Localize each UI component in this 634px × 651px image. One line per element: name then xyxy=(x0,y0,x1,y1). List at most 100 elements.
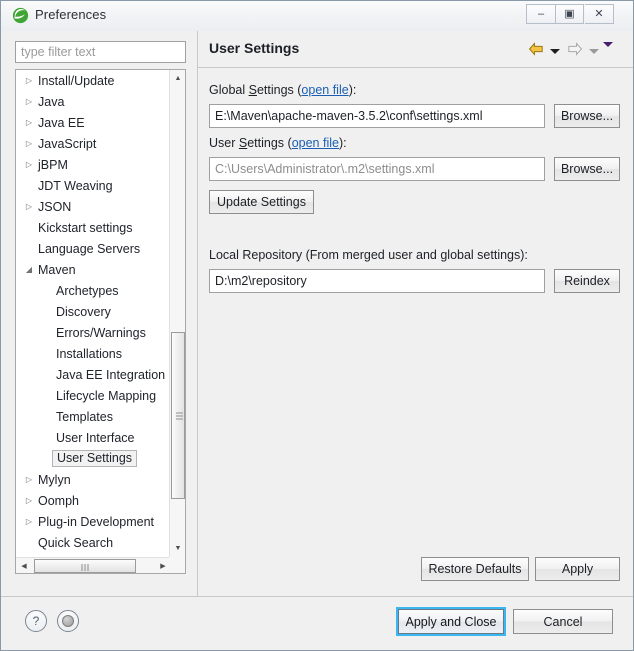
title-bar: Preferences – ▣ ✕ xyxy=(1,1,633,31)
tree-item-java-ee-integration[interactable]: Java EE Integration xyxy=(16,364,171,385)
tree-item-plug-in-development[interactable]: ▷ Plug-in Development xyxy=(16,511,171,532)
tree-item-archetypes[interactable]: Archetypes xyxy=(16,280,171,301)
scroll-grip-icon xyxy=(81,564,89,571)
scroll-down-icon[interactable]: ▼ xyxy=(170,540,185,557)
window-title: Preferences xyxy=(35,7,107,22)
chevron-right-icon[interactable]: ▷ xyxy=(22,139,36,148)
chevron-right-icon[interactable]: ▷ xyxy=(22,97,36,106)
settings-pane: User Settings Global Settings (open file… xyxy=(197,31,633,596)
local-repository-input[interactable]: D:\m2\repository xyxy=(209,269,545,293)
tree-item-label: Plug-in Development xyxy=(38,514,155,529)
user-settings-browse-button[interactable]: Browse... xyxy=(554,157,620,181)
chevron-right-icon[interactable]: ▷ xyxy=(22,202,36,211)
tree-item-json[interactable]: ▷ JSON xyxy=(16,196,171,217)
close-button[interactable]: ✕ xyxy=(585,4,614,24)
tree-item-user-interface[interactable]: User Interface xyxy=(16,427,171,448)
chevron-right-icon[interactable]: ▷ xyxy=(22,517,36,526)
user-settings-open-file-link[interactable]: open file xyxy=(292,136,339,150)
tree-item-language-servers[interactable]: Language Servers xyxy=(16,238,171,259)
label-prefix: Global xyxy=(209,83,249,97)
filter-input[interactable]: type filter text xyxy=(15,41,186,63)
tree-item-label: JavaScript xyxy=(38,136,97,151)
reset-circle-icon[interactable] xyxy=(57,610,79,632)
tree-vertical-scrollbar[interactable]: ▲ ▼ xyxy=(169,70,185,557)
label-mnemonic: S xyxy=(238,136,248,150)
tree-item-label: Templates xyxy=(56,409,113,424)
tree-item-label: Errors/Warnings xyxy=(56,325,146,340)
tree-item-label: Archetypes xyxy=(56,283,119,298)
tree-item-java[interactable]: ▷ Java xyxy=(16,91,171,112)
tree-horizontal-scrollbar[interactable]: ◀ ▶ xyxy=(16,557,171,573)
help-icon[interactable]: ? xyxy=(25,610,47,632)
tree-item-javascript[interactable]: ▷ JavaScript xyxy=(16,133,171,154)
label-end: ): xyxy=(348,83,357,97)
tree-item-label: Install/Update xyxy=(38,73,115,88)
preferences-dialog: Preferences – ▣ ✕ type filter text ▷ Inst… xyxy=(0,0,634,651)
tree-item-mylyn[interactable]: ▷ Mylyn xyxy=(16,469,171,490)
apply-button[interactable]: Apply xyxy=(535,557,620,581)
preferences-tree[interactable]: ▷ Install/Update ▷ Java ▷ Java EE ▷ JavaScript ▷… xyxy=(15,69,186,574)
user-settings-label: User Settings (open file): xyxy=(209,136,347,150)
tree-item-errors-warnings[interactable]: Errors/Warnings xyxy=(16,322,171,343)
global-settings-input[interactable]: E:\Maven\apache-maven-3.5.2\conf\setting… xyxy=(209,104,545,128)
scroll-left-icon[interactable]: ◀ xyxy=(16,558,32,573)
horizontal-scroll-thumb[interactable] xyxy=(34,559,136,573)
chevron-down-icon[interactable]: ◢ xyxy=(22,265,36,274)
tree-item-jdt-weaving[interactable]: JDT Weaving xyxy=(16,175,171,196)
tree-item-label: User Settings xyxy=(52,450,138,467)
view-menu-button[interactable] xyxy=(603,42,613,47)
maximize-button[interactable]: ▣ xyxy=(555,4,584,24)
tree-item-java-ee[interactable]: ▷ Java EE xyxy=(16,112,171,133)
tree-item-discovery[interactable]: Discovery xyxy=(16,301,171,322)
update-settings-button[interactable]: Update Settings xyxy=(209,190,314,214)
back-dropdown-chevron-down-icon[interactable] xyxy=(550,49,560,54)
tree-item-templates[interactable]: Templates xyxy=(16,406,171,427)
chevron-right-icon[interactable]: ▷ xyxy=(22,496,36,505)
user-settings-input[interactable]: C:\Users\Administrator\.m2\settings.xml xyxy=(209,157,545,181)
chevron-right-icon[interactable]: ▷ xyxy=(22,160,36,169)
scrollbar-corner xyxy=(169,557,185,573)
tree-item-label: JDT Weaving xyxy=(38,178,113,193)
reset-dot-icon xyxy=(62,615,74,627)
help-glyph: ? xyxy=(32,614,40,628)
tree-item-label: Java xyxy=(38,94,65,109)
back-arrow-icon[interactable] xyxy=(528,42,544,61)
tree-item-label: Lifecycle Mapping xyxy=(56,388,157,403)
tree-item-quick-search[interactable]: Quick Search xyxy=(16,532,171,553)
reindex-button[interactable]: Reindex xyxy=(554,269,620,293)
tree-item-kickstart-settings[interactable]: Kickstart settings xyxy=(16,217,171,238)
tree-item-oomph[interactable]: ▷ Oomph xyxy=(16,490,171,511)
tree-item-label: User Interface xyxy=(56,430,135,445)
chevron-right-icon[interactable]: ▷ xyxy=(22,76,36,85)
tree-item-installations[interactable]: Installations xyxy=(16,343,171,364)
global-settings-open-file-link[interactable]: open file xyxy=(301,83,348,97)
tree-item-label: Mylyn xyxy=(38,472,71,487)
global-settings-label: Global Settings (open file): xyxy=(209,83,356,97)
pane-header: User Settings xyxy=(198,31,633,68)
view-menu-chevron-down-icon[interactable] xyxy=(603,42,613,47)
tree-item-label: Java EE Integration xyxy=(56,367,166,382)
label-end: ): xyxy=(338,136,347,150)
tree-item-label: Language Servers xyxy=(38,241,141,256)
minimize-button[interactable]: – xyxy=(526,4,555,24)
tree-item-user-settings[interactable]: User Settings xyxy=(16,448,171,469)
apply-and-close-button[interactable]: Apply and Close xyxy=(396,607,506,636)
tree-item-maven[interactable]: ◢ Maven xyxy=(16,259,171,280)
tree-item-lifecycle-mapping[interactable]: Lifecycle Mapping xyxy=(16,385,171,406)
tree-item-label: Maven xyxy=(38,262,76,277)
global-settings-browse-button[interactable]: Browse... xyxy=(554,104,620,128)
scroll-up-icon[interactable]: ▲ xyxy=(170,70,185,87)
vertical-scroll-thumb[interactable] xyxy=(171,332,185,499)
tree-item-label: Kickstart settings xyxy=(38,220,133,235)
tree-item-label: Installations xyxy=(56,346,123,361)
tree-item-jbpm[interactable]: ▷ jBPM xyxy=(16,154,171,175)
tree-item-install-update[interactable]: ▷ Install/Update xyxy=(16,70,171,91)
back-navigation[interactable] xyxy=(528,42,560,61)
cancel-button[interactable]: Cancel xyxy=(513,609,613,634)
chevron-right-icon[interactable]: ▷ xyxy=(22,475,36,484)
page-title: User Settings xyxy=(209,40,300,56)
restore-defaults-button[interactable]: Restore Defaults xyxy=(421,557,529,581)
forward-dropdown-chevron-down-icon xyxy=(589,49,599,54)
chevron-right-icon[interactable]: ▷ xyxy=(22,118,36,127)
dialog-body: type filter text ▷ Install/Update ▷ Java ▷ Ja… xyxy=(1,31,633,596)
